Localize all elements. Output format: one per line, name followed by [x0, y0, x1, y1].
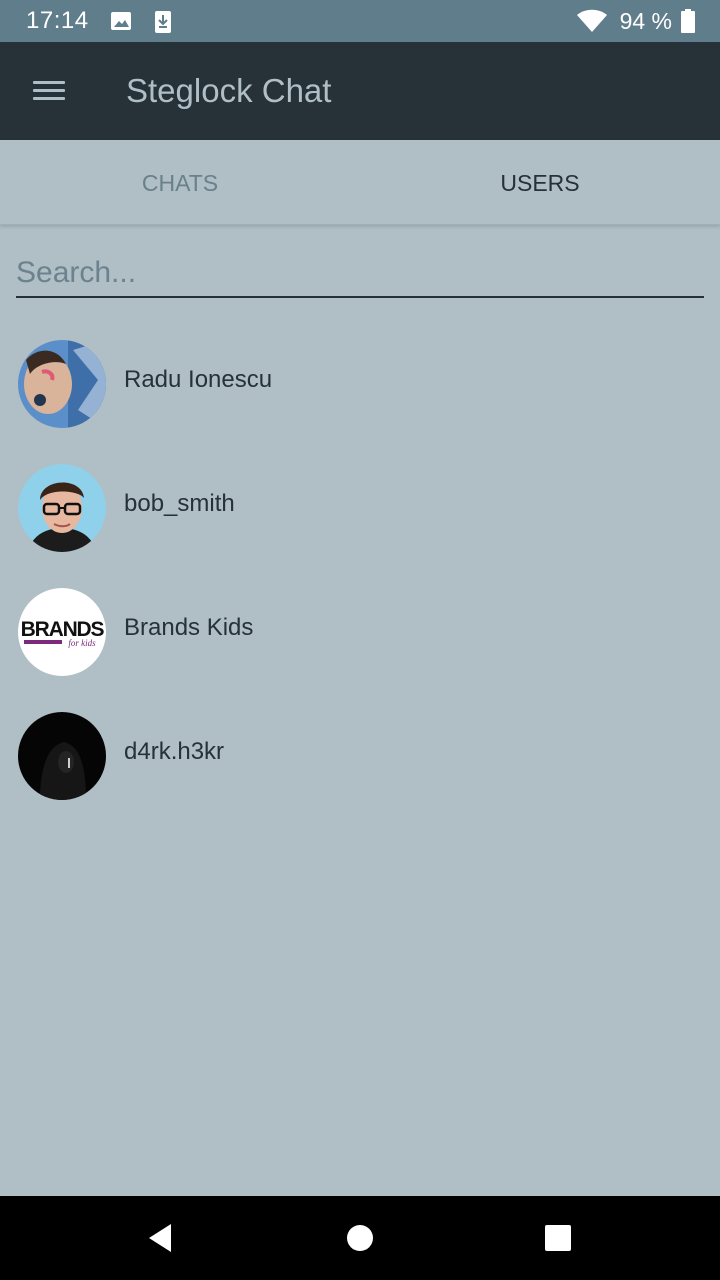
- tab-chats[interactable]: CHATS: [0, 140, 360, 224]
- download-icon: [154, 10, 172, 39]
- user-avatar: [18, 712, 106, 800]
- app-title: Steglock Chat: [126, 72, 332, 109]
- tab-bar: CHATS USERS: [0, 140, 720, 225]
- user-list-item-brands-kids[interactable]: BRANDS for kids Brands Kids: [0, 570, 720, 694]
- back-icon[interactable]: [100, 1196, 220, 1280]
- wifi-icon: [576, 9, 608, 38]
- menu-icon[interactable]: [28, 73, 70, 109]
- user-avatar: [18, 340, 106, 428]
- user-name: d4rk.h3kr: [124, 738, 225, 765]
- user-avatar-logo: BRANDS for kids: [18, 588, 106, 676]
- system-navigation-bar: [0, 1196, 720, 1280]
- user-list-item-bob-smith[interactable]: bob_smith: [0, 446, 720, 570]
- battery-percentage: 94 %: [619, 8, 672, 34]
- recents-icon[interactable]: [498, 1196, 618, 1280]
- user-name: Radu Ionescu: [124, 366, 273, 393]
- tab-users[interactable]: USERS: [360, 140, 720, 224]
- battery-icon: [681, 9, 695, 38]
- user-name: bob_smith: [124, 490, 235, 517]
- app-bar: Steglock Chat: [0, 42, 720, 140]
- user-list-item-radu-ionescu[interactable]: Radu Ionescu: [0, 322, 720, 446]
- status-bar: 17:14 94 %: [0, 0, 720, 42]
- home-icon[interactable]: [300, 1196, 420, 1280]
- user-avatar: [18, 464, 106, 552]
- search-input[interactable]: [16, 250, 704, 298]
- image-icon: [110, 10, 132, 37]
- user-list-item-d4rk-h3kr[interactable]: d4rk.h3kr: [0, 694, 720, 818]
- status-time: 17:14: [26, 7, 89, 34]
- user-name: Brands Kids: [124, 614, 254, 641]
- logo-subtext: for kids: [68, 638, 96, 648]
